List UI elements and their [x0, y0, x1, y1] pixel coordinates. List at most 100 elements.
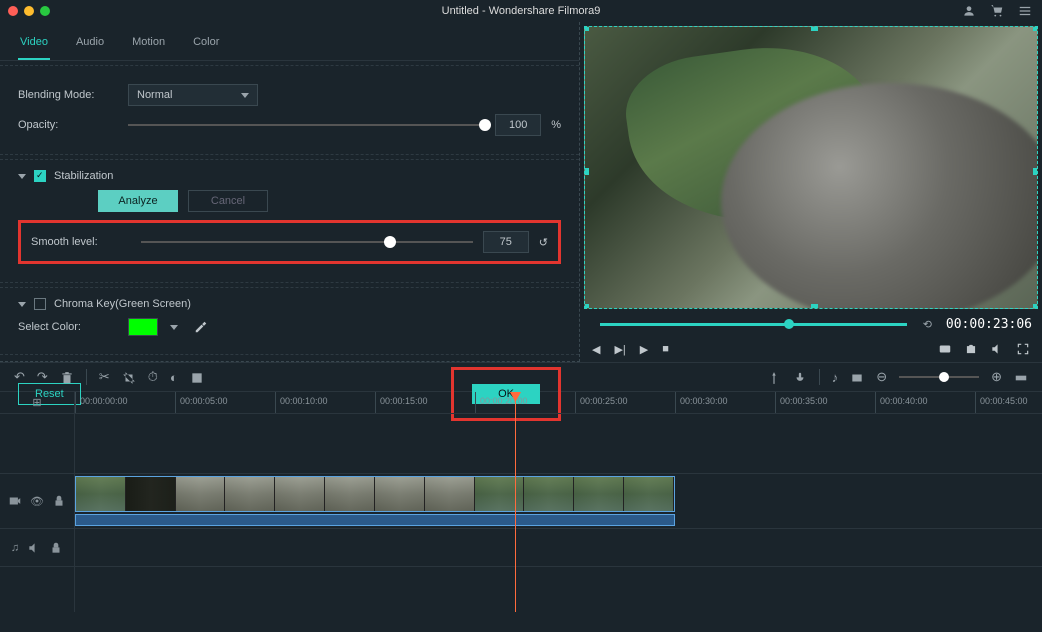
chevron-down-icon — [241, 93, 249, 98]
prev-frame-icon[interactable]: ◀ — [592, 343, 600, 356]
delete-icon[interactable] — [60, 369, 74, 385]
playback-controls: ◀ ▶| ▶ ■ — [580, 336, 1042, 362]
color-swatch[interactable] — [128, 318, 158, 336]
resize-handle[interactable] — [1033, 168, 1038, 175]
smooth-level-slider[interactable] — [141, 241, 473, 243]
render-icon[interactable] — [850, 369, 864, 385]
properties-panel: Video Audio Motion Color Blending Mode: … — [0, 22, 580, 362]
scrubber[interactable] — [600, 323, 907, 326]
zoom-fit-icon[interactable] — [1014, 369, 1028, 385]
maximize-window-icon[interactable] — [40, 6, 50, 16]
adjust-icon[interactable] — [216, 369, 230, 385]
tab-audio[interactable]: Audio — [74, 30, 106, 60]
blending-mode-value: Normal — [137, 89, 172, 101]
title-actions — [962, 4, 1032, 18]
fullscreen-icon[interactable] — [1016, 342, 1030, 356]
stabilization-section: Stabilization Analyze Cancel Smooth leve… — [0, 159, 579, 283]
opacity-input[interactable] — [495, 114, 541, 136]
tab-motion[interactable]: Motion — [130, 30, 167, 60]
undo-icon[interactable]: ↶ — [14, 369, 25, 385]
stabilization-checkbox[interactable] — [34, 170, 46, 182]
ruler-mark: 00:00:15:00 — [375, 392, 475, 413]
clip-audio-waveform[interactable] — [75, 514, 675, 526]
blending-mode-select[interactable]: Normal — [128, 84, 258, 106]
timeline: ⊞ 00:00:00:0000:00:05:0000:00:10:0000:00… — [0, 392, 1042, 612]
ruler-mark: 00:00:00:00 — [75, 392, 175, 413]
lock-icon[interactable] — [52, 494, 66, 508]
account-icon[interactable] — [962, 4, 976, 18]
chevron-down-icon — [170, 325, 178, 330]
tab-video[interactable]: Video — [18, 30, 50, 60]
select-color-label: Select Color: — [18, 321, 118, 333]
video-track: 👁 — [0, 474, 1042, 529]
loop-icon[interactable]: ⟲ — [923, 318, 932, 331]
resize-handle[interactable] — [1033, 26, 1038, 31]
menu-icon[interactable] — [1018, 4, 1032, 18]
cart-icon[interactable] — [990, 4, 1004, 18]
lock-icon[interactable] — [49, 541, 63, 555]
mute-icon[interactable] — [27, 541, 41, 555]
video-clip[interactable] — [75, 476, 675, 512]
minimize-window-icon[interactable] — [24, 6, 34, 16]
opacity-slider[interactable] — [128, 124, 485, 126]
cancel-button[interactable]: Cancel — [188, 190, 268, 212]
marker-icon[interactable] — [767, 369, 781, 385]
visibility-icon[interactable]: 👁 — [30, 495, 44, 508]
chevron-down-icon — [18, 302, 26, 307]
color-icon[interactable]: ◐ — [170, 370, 178, 385]
cut-icon[interactable]: ✂ — [99, 369, 110, 385]
window-title: Untitled - Wondershare Filmora9 — [442, 5, 601, 17]
stabilization-toggle[interactable]: Stabilization — [18, 170, 561, 182]
time-ruler[interactable]: 00:00:00:0000:00:05:0000:00:10:0000:00:1… — [75, 392, 1042, 414]
playhead[interactable] — [515, 392, 516, 612]
step-back-icon[interactable]: ▶| — [614, 343, 625, 356]
speed-icon[interactable]: ⏱ — [148, 369, 158, 385]
stabilization-title: Stabilization — [54, 170, 113, 182]
resize-handle[interactable] — [811, 304, 818, 309]
chromakey-checkbox[interactable] — [34, 298, 46, 310]
close-window-icon[interactable] — [8, 6, 18, 16]
mic-icon[interactable] — [793, 369, 807, 385]
capture-icon[interactable] — [938, 342, 952, 356]
ruler-mark: 00:00:25:00 — [575, 392, 675, 413]
resize-handle[interactable] — [584, 168, 589, 175]
volume-icon[interactable] — [990, 342, 1004, 356]
track-type-icon — [8, 494, 22, 508]
undo-icon[interactable]: ↺ — [539, 236, 548, 249]
chromakey-section: Chroma Key(Green Screen) Select Color: — [0, 287, 579, 355]
ruler-mark: 00:00:45:00 — [975, 392, 1042, 413]
resize-handle[interactable] — [584, 304, 589, 309]
greenscreen-icon[interactable] — [190, 369, 204, 385]
preview-viewport[interactable] — [584, 26, 1038, 309]
ruler-mark: 00:00:35:00 — [775, 392, 875, 413]
zoom-in-icon[interactable]: ⊕ — [991, 369, 1002, 385]
crop-icon[interactable] — [122, 369, 136, 385]
transport-bar: ⟲ 00:00:23:06 — [580, 313, 1042, 336]
play-icon[interactable]: ▶ — [640, 343, 648, 356]
chromakey-title: Chroma Key(Green Screen) — [54, 298, 191, 310]
opacity-unit: % — [551, 119, 561, 131]
snapshot-icon[interactable] — [964, 342, 978, 356]
analyze-button[interactable]: Analyze — [98, 190, 178, 212]
smooth-level-input[interactable] — [483, 231, 529, 253]
resize-handle[interactable] — [1033, 304, 1038, 309]
audio-track: ♫ — [0, 529, 1042, 567]
eyedropper-icon[interactable] — [194, 320, 208, 334]
audio-mixer-icon[interactable]: ♪ — [832, 370, 839, 385]
tab-color[interactable]: Color — [191, 30, 221, 60]
chromakey-toggle[interactable]: Chroma Key(Green Screen) — [18, 298, 561, 310]
track-type-icon: ♫ — [11, 542, 19, 554]
zoom-out-icon[interactable]: ⊖ — [876, 369, 887, 385]
resize-handle[interactable] — [811, 26, 818, 31]
preview-panel: ⟲ 00:00:23:06 ◀ ▶| ▶ ■ — [580, 22, 1042, 362]
ruler-mark: 00:00:05:00 — [175, 392, 275, 413]
ruler-mark: 00:00:10:00 — [275, 392, 375, 413]
zoom-slider[interactable] — [899, 376, 979, 378]
add-track-icon[interactable]: ⊞ — [32, 396, 41, 409]
titlebar: Untitled - Wondershare Filmora9 — [0, 0, 1042, 22]
properties-tabs: Video Audio Motion Color — [0, 22, 579, 61]
resize-handle[interactable] — [584, 26, 589, 31]
chevron-down-icon — [18, 174, 26, 179]
redo-icon[interactable]: ↷ — [37, 369, 48, 385]
stop-icon[interactable]: ■ — [662, 343, 669, 355]
